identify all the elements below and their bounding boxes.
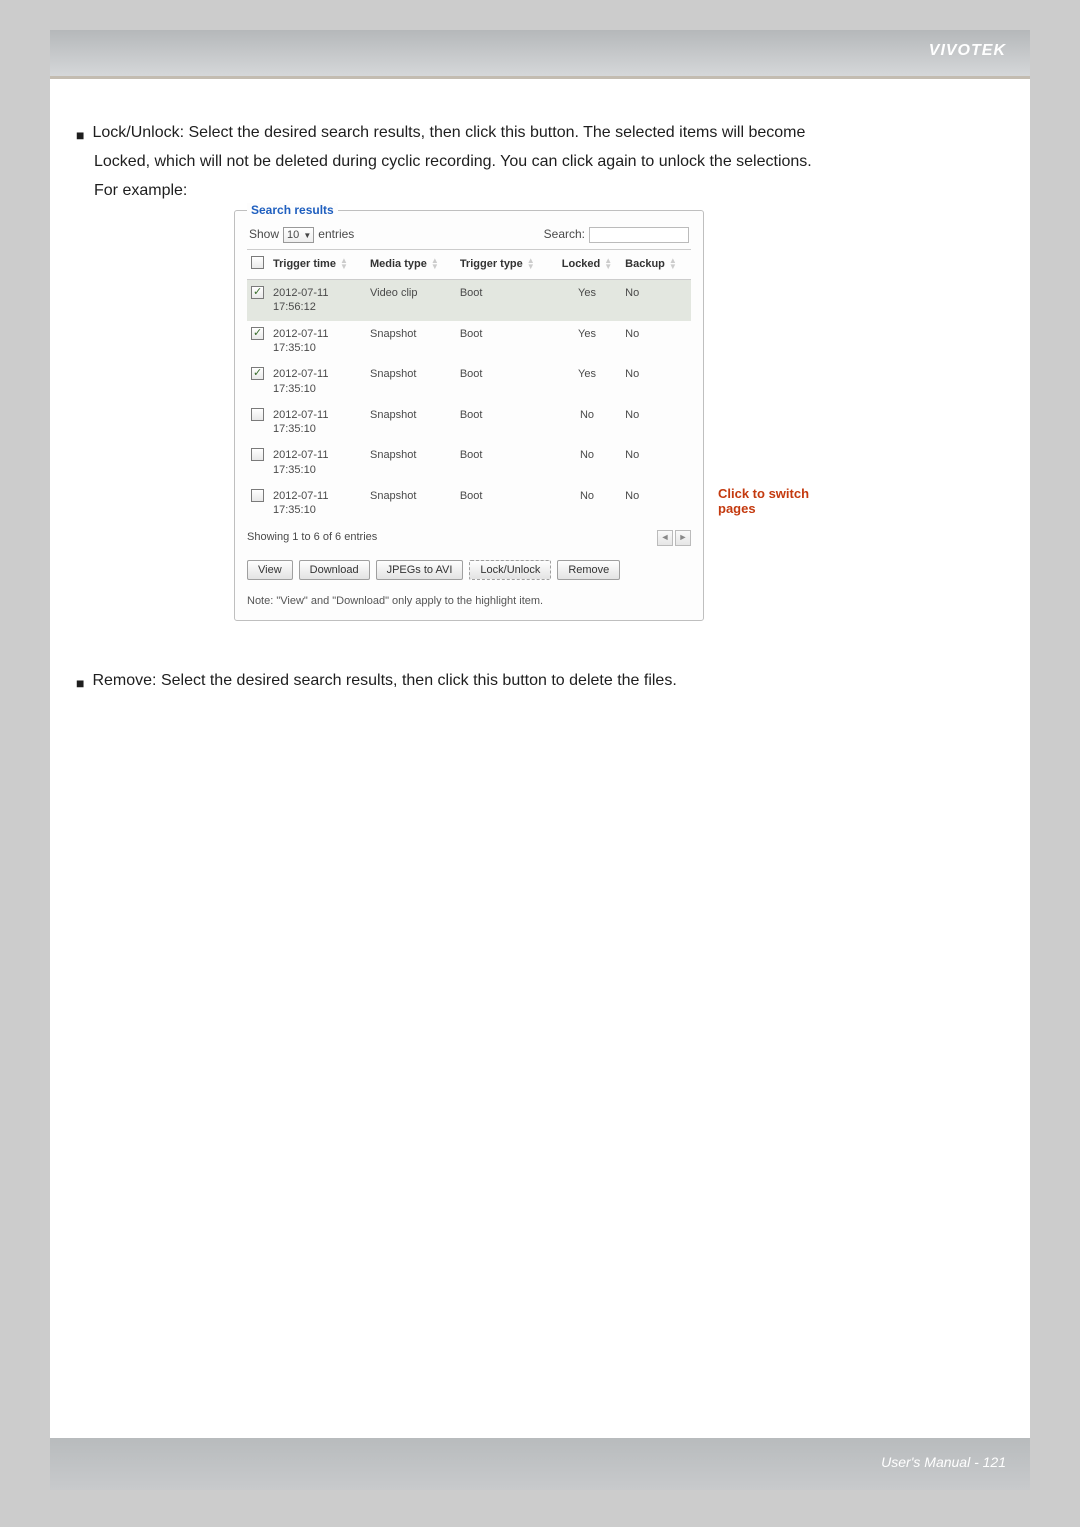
pager: ◄ ► xyxy=(657,530,691,546)
cell-backup: No xyxy=(621,483,691,524)
entries-select[interactable]: 10 xyxy=(283,227,314,243)
cell-locked: No xyxy=(553,402,621,443)
row-checkbox[interactable] xyxy=(251,408,264,421)
lock-text-line3: For example: xyxy=(76,181,1004,202)
remove-text: Remove: Select the desired search result… xyxy=(92,671,676,692)
callout-text: Click to switch pages xyxy=(718,486,828,517)
footer-text: User's Manual - 121 xyxy=(881,1454,1006,1470)
col-trigger-time[interactable]: Trigger time xyxy=(269,249,366,279)
row-checkbox[interactable] xyxy=(251,286,264,299)
cell-trigger-type: Boot xyxy=(456,280,553,321)
bullet-icon: ■ xyxy=(76,671,84,692)
cell-trigger-time: 2012-07-1117:35:10 xyxy=(269,483,366,524)
cell-locked: Yes xyxy=(553,361,621,402)
table-row[interactable]: 2012-07-1117:35:10SnapshotBootNoNo xyxy=(247,442,691,483)
page-footer: User's Manual - 121 xyxy=(50,1438,1030,1490)
cell-media-type: Snapshot xyxy=(366,361,456,402)
row-checkbox[interactable] xyxy=(251,489,264,502)
table-row[interactable]: 2012-07-1117:35:10SnapshotBootYesNo xyxy=(247,361,691,402)
cell-media-type: Snapshot xyxy=(366,483,456,524)
cell-backup: No xyxy=(621,280,691,321)
table-row[interactable]: 2012-07-1117:35:10SnapshotBootNoNo xyxy=(247,483,691,524)
cell-media-type: Snapshot xyxy=(366,442,456,483)
results-table: Trigger time Media type Trigger type Loc… xyxy=(247,249,691,524)
entries-label: entries xyxy=(318,227,354,243)
jpegs-button[interactable]: JPEGs to AVI xyxy=(376,560,464,580)
cell-backup: No xyxy=(621,321,691,362)
page-header: VIVOTEK xyxy=(50,30,1030,76)
cell-trigger-type: Boot xyxy=(456,483,553,524)
col-trigger-type[interactable]: Trigger type xyxy=(456,249,553,279)
cell-trigger-type: Boot xyxy=(456,402,553,443)
col-locked[interactable]: Locked xyxy=(553,249,621,279)
view-button[interactable]: View xyxy=(247,560,293,580)
brand-text: VIVOTEK xyxy=(929,42,1006,60)
col-media-type[interactable]: Media type xyxy=(366,249,456,279)
cell-trigger-type: Boot xyxy=(456,321,553,362)
download-button[interactable]: Download xyxy=(299,560,370,580)
cell-backup: No xyxy=(621,361,691,402)
cell-locked: Yes xyxy=(553,280,621,321)
cell-backup: No xyxy=(621,402,691,443)
pager-next-icon[interactable]: ► xyxy=(675,530,691,546)
showing-text: Showing 1 to 6 of 6 entries xyxy=(247,530,377,544)
lock-unlock-button[interactable]: Lock/Unlock xyxy=(469,560,551,580)
search-input[interactable] xyxy=(589,227,689,243)
cell-media-type: Snapshot xyxy=(366,321,456,362)
cell-trigger-time: 2012-07-1117:35:10 xyxy=(269,361,366,402)
bullet-icon: ■ xyxy=(76,123,84,144)
remove-paragraph: ■ Remove: Select the desired search resu… xyxy=(76,671,1004,692)
table-row[interactable]: 2012-07-1117:35:10SnapshotBootYesNo xyxy=(247,321,691,362)
col-backup[interactable]: Backup xyxy=(621,249,691,279)
cell-trigger-time: 2012-07-1117:35:10 xyxy=(269,402,366,443)
lock-text-line2: Locked, which will not be deleted during… xyxy=(76,152,1004,173)
remove-button[interactable]: Remove xyxy=(557,560,620,580)
search-results-panel: Search results Show 10 entries Search: xyxy=(234,210,704,621)
lock-text-line1: Lock/Unlock: Select the desired search r… xyxy=(92,123,805,144)
row-checkbox[interactable] xyxy=(251,367,264,380)
table-row[interactable]: 2012-07-1117:56:12Video clipBootYesNo xyxy=(247,280,691,321)
pager-prev-icon[interactable]: ◄ xyxy=(657,530,673,546)
cell-trigger-type: Boot xyxy=(456,442,553,483)
lock-unlock-paragraph: ■ Lock/Unlock: Select the desired search… xyxy=(76,123,1004,144)
footnote: Note: "View" and "Download" only apply t… xyxy=(247,594,691,608)
show-label: Show xyxy=(249,227,279,243)
cell-trigger-type: Boot xyxy=(456,361,553,402)
cell-locked: Yes xyxy=(553,321,621,362)
cell-media-type: Video clip xyxy=(366,280,456,321)
row-checkbox[interactable] xyxy=(251,327,264,340)
cell-locked: No xyxy=(553,442,621,483)
cell-media-type: Snapshot xyxy=(366,402,456,443)
cell-locked: No xyxy=(553,483,621,524)
table-row[interactable]: 2012-07-1117:35:10SnapshotBootNoNo xyxy=(247,402,691,443)
cell-trigger-time: 2012-07-1117:56:12 xyxy=(269,280,366,321)
cell-trigger-time: 2012-07-1117:35:10 xyxy=(269,442,366,483)
row-checkbox[interactable] xyxy=(251,448,264,461)
panel-title: Search results xyxy=(247,203,338,219)
search-label: Search: xyxy=(544,227,585,243)
cell-trigger-time: 2012-07-1117:35:10 xyxy=(269,321,366,362)
cell-backup: No xyxy=(621,442,691,483)
select-all-checkbox[interactable] xyxy=(251,256,264,269)
